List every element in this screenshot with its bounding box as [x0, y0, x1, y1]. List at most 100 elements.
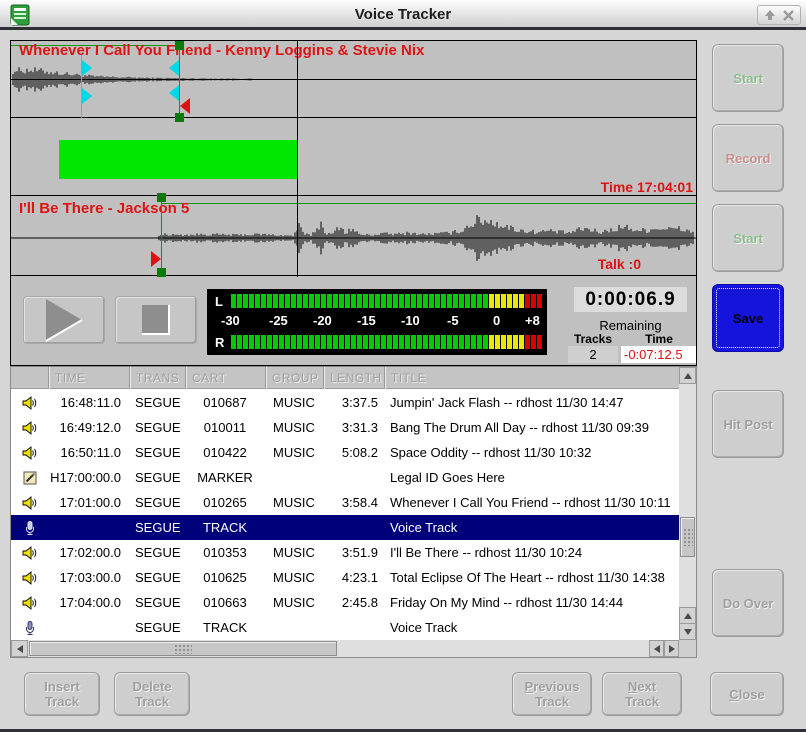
- log-row-selected[interactable]: SEGUE TRACK Voice Track: [11, 515, 679, 540]
- horizontal-scroll-handle[interactable]: [29, 641, 337, 656]
- tracker-panel: Whenever I Call You Friend - Kenny Loggi…: [10, 40, 697, 366]
- log-row[interactable]: 16:48:11.0 SEGUE 010687 MUSIC 3:37.5 Jum…: [11, 390, 679, 415]
- segue-handle-top[interactable]: [175, 41, 184, 50]
- arrow-down-icon: [684, 629, 692, 635]
- meter-left-segments: [231, 294, 543, 308]
- column-header-trans: TRANS: [129, 367, 185, 389]
- play-icon: [44, 298, 84, 342]
- play-cursor-marker-icon[interactable]: [82, 60, 92, 76]
- audio-level-meter: L -30-25-20-15-10-50+8 R: [207, 289, 547, 355]
- voicetrack-band[interactable]: Time 17:04:01: [11, 119, 696, 196]
- scroll-right-button[interactable]: [664, 640, 679, 657]
- save-button[interactable]: Save: [712, 284, 784, 352]
- start-track2-button[interactable]: Start: [712, 204, 784, 272]
- log-body: 16:48:11.0 SEGUE 010687 MUSIC 3:37.5 Jum…: [11, 390, 679, 639]
- remaining-tracks-value: 2: [568, 346, 618, 363]
- remaining-tracks-label: Tracks: [568, 332, 618, 346]
- speaker-icon: [22, 595, 38, 611]
- scroll-left-button[interactable]: [11, 640, 28, 657]
- talk-label: Talk :0: [598, 256, 641, 272]
- close-button[interactable]: Close: [710, 672, 784, 716]
- column-header-time: TIME: [48, 367, 129, 389]
- start-handle-top[interactable]: [157, 193, 166, 202]
- remaining-time-value: -0:07:12.5: [621, 346, 696, 363]
- speaker-icon: [22, 570, 38, 586]
- column-header-title: TITLE: [384, 367, 679, 389]
- speaker-icon: [22, 445, 38, 461]
- arrow-right-icon: [669, 645, 675, 653]
- track2-waveform-band[interactable]: I'll Be There - Jackson 5 Talk :0: [11, 197, 696, 276]
- log-row[interactable]: 16:49:12.0 SEGUE 010011 MUSIC 3:31.3 Ban…: [11, 415, 679, 440]
- speaker-icon: [22, 420, 38, 436]
- scroll-down-button[interactable]: [679, 623, 696, 640]
- play-button[interactable]: [23, 296, 105, 344]
- fade-marker-icon[interactable]: [169, 60, 179, 76]
- track2-title: I'll Be There - Jackson 5: [19, 200, 189, 217]
- time-label: Time 17:04:01: [601, 179, 693, 195]
- remaining-heading: Remaining: [574, 318, 687, 333]
- next-track-button[interactable]: Next Track: [602, 672, 682, 716]
- start-handle-bottom[interactable]: [157, 268, 166, 277]
- log-row[interactable]: H17:00:00.0 SEGUE MARKER Legal ID Goes H…: [11, 465, 679, 490]
- scroll-left-button-2[interactable]: [649, 640, 664, 657]
- vertical-scrollbar[interactable]: [679, 367, 696, 640]
- fade-marker-icon[interactable]: [169, 85, 179, 101]
- scrollbar-corner: [679, 640, 696, 657]
- shade-icon[interactable]: [763, 8, 777, 22]
- previous-track-button[interactable]: Previous Track: [512, 672, 592, 716]
- arrow-up-icon: [684, 373, 692, 379]
- do-over-button[interactable]: Do Over: [712, 569, 784, 637]
- track1-title: Whenever I Call You Friend - Kenny Loggi…: [19, 42, 424, 59]
- speaker-icon: [22, 395, 38, 411]
- speaker-icon: [22, 545, 38, 561]
- end-marker-icon[interactable]: [180, 98, 190, 114]
- log-table: TIME TRANS CART GROUP LENGTH TITLE 16:48…: [10, 366, 697, 658]
- window-title: Voice Tracker: [0, 6, 806, 23]
- start-marker-icon[interactable]: [151, 251, 161, 267]
- transport-strip: L -30-25-20-15-10-50+8 R 0:00:06.9 Remai…: [11, 277, 696, 365]
- marker-icon: [22, 470, 38, 486]
- segue-divider-line: [297, 41, 298, 277]
- scroll-up-button[interactable]: [679, 367, 696, 384]
- log-row[interactable]: 16:50:11.0 SEGUE 010422 MUSIC 5:08.2 Spa…: [11, 440, 679, 465]
- stop-icon: [140, 303, 172, 337]
- window-controls: [757, 5, 801, 25]
- mic-icon: [22, 520, 38, 536]
- log-row[interactable]: 17:01:00.0 SEGUE 010265 MUSIC 3:58.4 Whe…: [11, 490, 679, 515]
- segue-handle-bottom[interactable]: [175, 113, 184, 122]
- column-header-cart: CART: [185, 367, 265, 389]
- delete-track-button[interactable]: Delete Track: [114, 672, 190, 716]
- arrow-up-icon: [684, 613, 692, 619]
- speaker-icon: [22, 495, 38, 511]
- track1-waveform-band[interactable]: Whenever I Call You Friend - Kenny Loggi…: [11, 41, 696, 118]
- vertical-scroll-handle[interactable]: [680, 517, 695, 557]
- meter-left-label: L: [215, 294, 223, 309]
- elapsed-time-display: 0:00:06.9: [574, 287, 687, 312]
- voice-tracker-window: Voice Tracker Whenever I Call You Friend…: [0, 0, 806, 732]
- stop-button[interactable]: [115, 296, 197, 344]
- mic-icon: [22, 620, 38, 636]
- log-header: TIME TRANS CART GROUP LENGTH TITLE: [11, 367, 679, 389]
- log-row[interactable]: 17:03:00.0 SEGUE 010625 MUSIC 4:23.1 Tot…: [11, 565, 679, 590]
- insert-track-button[interactable]: Insert Track: [24, 672, 100, 716]
- hit-post-button[interactable]: Hit Post: [712, 390, 784, 458]
- scroll-up-button-2[interactable]: [679, 607, 696, 624]
- close-icon[interactable]: [781, 8, 795, 22]
- arrow-left-icon: [654, 645, 660, 653]
- log-row[interactable]: 17:02:00.0 SEGUE 010353 MUSIC 3:51.9 I'l…: [11, 540, 679, 565]
- voicetrack-block[interactable]: [59, 140, 297, 179]
- log-row[interactable]: SEGUE TRACK Voice Track: [11, 615, 679, 639]
- record-button[interactable]: Record: [712, 124, 784, 192]
- meter-right-label: R: [215, 335, 224, 350]
- column-header-length: LENGTH: [323, 367, 384, 389]
- meter-right-segments: [231, 335, 543, 349]
- track2-start-marker[interactable]: [161, 197, 162, 277]
- start-track1-button[interactable]: Start: [712, 44, 784, 112]
- titlebar[interactable]: Voice Tracker: [0, 0, 806, 30]
- column-header-group: GROUP: [265, 367, 323, 389]
- arrow-left-icon: [17, 645, 23, 653]
- column-header-icon: [11, 367, 48, 389]
- log-row[interactable]: 17:04:00.0 SEGUE 010663 MUSIC 2:45.8 Fri…: [11, 590, 679, 615]
- play-cursor-marker-icon[interactable]: [82, 88, 92, 104]
- remaining-time-label: Time: [631, 332, 687, 346]
